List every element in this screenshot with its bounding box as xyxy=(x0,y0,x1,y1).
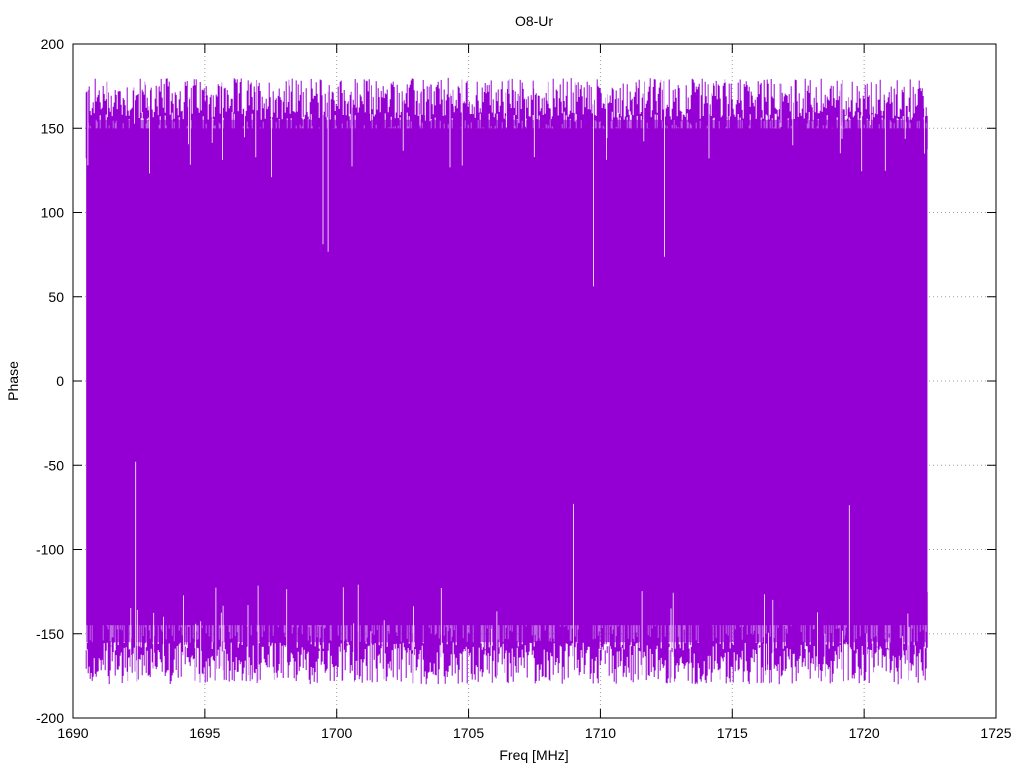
x-tick-label: 1700 xyxy=(321,725,352,741)
chart-title: O8-Ur xyxy=(515,13,553,29)
y-tick-label: 150 xyxy=(41,120,65,136)
trace-core xyxy=(86,128,928,626)
y-tick-label: 100 xyxy=(41,205,65,221)
y-tick-label: 50 xyxy=(48,289,64,305)
y-tick-label: -150 xyxy=(36,626,64,642)
chart: O8-Ur -200 -150 -100 -50 0 50 100 150 200 1690 169… xyxy=(0,0,1024,768)
x-axis-label: Freq [MHz] xyxy=(499,747,568,763)
y-tick-label: -100 xyxy=(36,542,64,558)
x-tick-label: 1695 xyxy=(189,725,220,741)
trace-bottom-fill xyxy=(86,625,928,643)
phase-trace xyxy=(85,77,928,685)
x-tick-label: 1705 xyxy=(453,725,484,741)
y-tick-label: -200 xyxy=(36,710,64,726)
x-tick-label: 1710 xyxy=(585,725,616,741)
x-tick-label: 1715 xyxy=(717,725,748,741)
y-tick-label: -50 xyxy=(44,457,64,473)
y-tick-label: 200 xyxy=(41,36,65,52)
x-tick-label: 1720 xyxy=(849,725,880,741)
x-tick-label: 1725 xyxy=(980,725,1011,741)
y-axis-label: Phase xyxy=(5,361,21,401)
x-tick-label: 1690 xyxy=(57,725,88,741)
y-tick-label: 0 xyxy=(56,373,64,389)
